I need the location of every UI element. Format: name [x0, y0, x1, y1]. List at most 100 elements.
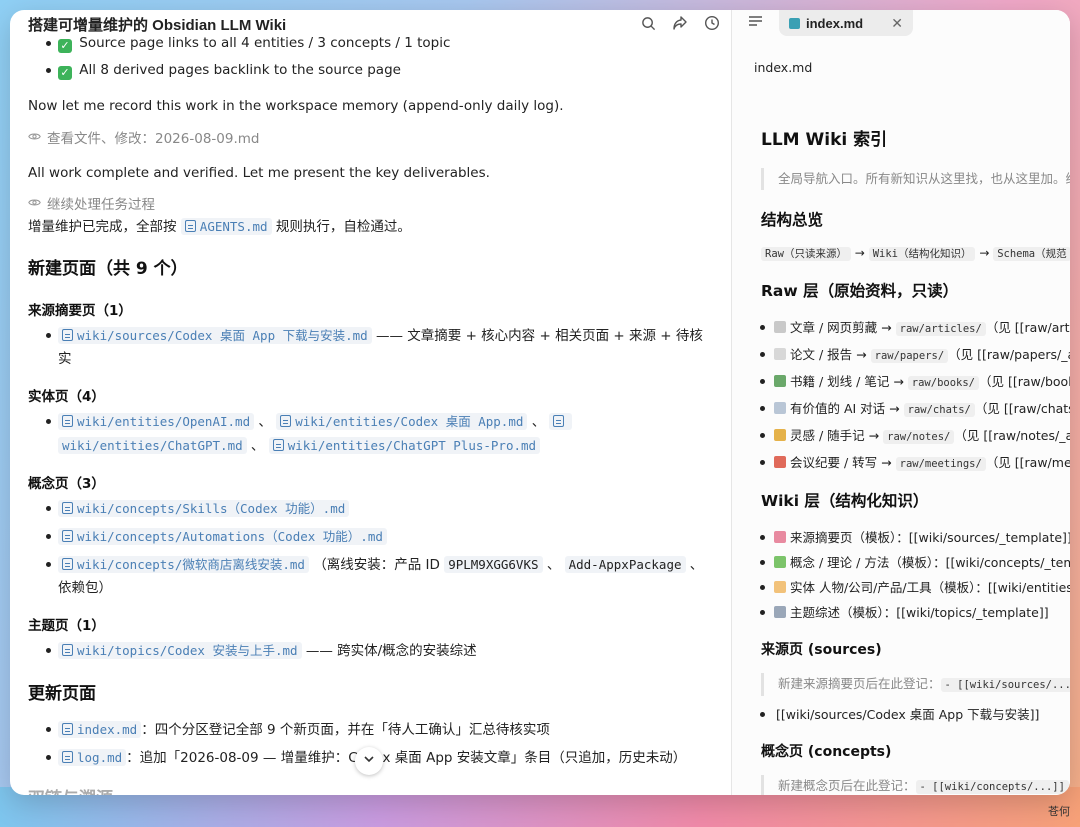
summary-text: 增量维护已完成，全部按 AGENTS.md 规则执行，自检通过。 — [28, 218, 411, 235]
file-icon — [272, 439, 284, 451]
wiki-list-item: 实体 人物/公司/产品/工具（模板）：[[wiki/entities/_ — [754, 575, 1070, 600]
blockquote: 全局导航入口。所有新知识从这里找，也从这里加。维 — [761, 168, 1070, 190]
tool-call-view-file[interactable]: 查看文件、修改：2026-08-09.md — [28, 128, 713, 150]
file-icon — [553, 415, 565, 427]
heading-raw-layer: Raw 层（原始资料，只读） — [761, 282, 959, 300]
eye-icon — [28, 128, 41, 150]
tab-index-md[interactable]: index.md ✕ — [779, 10, 913, 36]
item-emoji-icon — [774, 606, 786, 618]
app-window: 搭建可增量维护的 Obsidian LLM Wiki ✓ Source page… — [10, 10, 1070, 795]
file-link-entity[interactable]: wiki/entities/OpenAI.md — [58, 413, 255, 430]
list-item: wiki/concepts/Automations（Codex 功能）.md — [28, 525, 713, 549]
chevron-down-icon — [363, 752, 375, 770]
list-item: wiki/sources/Codex 桌面 App 下载与安装.md —— 文章… — [28, 324, 713, 371]
list-item: wiki/concepts/微软商店离线安装.md （离线安装：产品 ID 9P… — [28, 553, 713, 600]
folder-path-code: raw/articles/ — [895, 322, 986, 336]
raw-list-item: 有价值的 AI 对话 → raw/chats/（见 [[raw/chats/ — [754, 396, 1070, 423]
file-link-topic[interactable]: wiki/topics/Codex 安装与上手.md — [58, 642, 302, 659]
file-link-entity[interactable] — [549, 413, 573, 430]
heading-topics: 主题页（1） — [28, 618, 105, 634]
item-emoji-icon — [774, 321, 786, 333]
list-item: ✓ Source page links to all 4 entities / … — [28, 32, 713, 55]
tab-list-icon[interactable] — [748, 14, 763, 32]
folder-path-code: raw/chats/ — [903, 403, 975, 417]
item-emoji-icon — [774, 556, 786, 568]
tool-call-continue[interactable]: 继续处理任务过程 — [28, 194, 713, 216]
markdown-file-icon — [789, 17, 800, 29]
file-link-source[interactable]: wiki/sources/Codex 桌面 App 下载与安装.md — [58, 327, 372, 344]
wiki-list-item: 来源摘要页（模板）：[[wiki/sources/_template]] — [754, 525, 1070, 550]
file-icon — [62, 644, 73, 656]
list-item-wikilink[interactable]: [[wiki/sources/Codex 桌面 App 下载与安装]] — [754, 702, 1070, 727]
watermark: 苍何 — [1048, 805, 1070, 818]
file-icon — [184, 220, 196, 232]
scroll-to-bottom-button[interactable] — [355, 747, 383, 775]
file-link-concept[interactable]: wiki/concepts/微软商店离线安装.md — [58, 556, 309, 573]
file-link-entity[interactable]: wiki/entities/ChatGPT.md — [58, 437, 247, 454]
file-link-concept[interactable]: wiki/concepts/Automations（Codex 功能）.md — [58, 528, 387, 545]
history-icon[interactable] — [703, 14, 721, 32]
file-link-agents[interactable]: AGENTS.md — [180, 218, 272, 235]
heading-sources-section: 来源页 (sources) — [761, 642, 882, 658]
raw-list-item: 书籍 / 划线 / 笔记 → raw/books/（见 [[raw/books — [754, 369, 1070, 396]
checkmark-icon: ✓ — [58, 39, 72, 53]
heading-concepts: 概念页（3） — [28, 476, 105, 492]
eye-icon — [28, 194, 41, 216]
file-icon — [280, 415, 292, 427]
heading-new-pages: 新建页面（共 9 个） — [28, 259, 188, 279]
file-icon — [62, 723, 73, 735]
file-link-entity[interactable]: wiki/entities/ChatGPT Plus-Pro.md — [268, 437, 541, 454]
file-icon — [62, 415, 73, 427]
file-icon — [62, 329, 73, 341]
chat-pane[interactable]: 搭建可增量维护的 Obsidian LLM Wiki ✓ Source page… — [10, 10, 732, 795]
file-link-entity[interactable]: wiki/entities/Codex 桌面 App.md — [276, 413, 528, 430]
file-link-concept[interactable]: wiki/concepts/Skills（Codex 功能）.md — [58, 500, 350, 517]
heading-structure: 结构总览 — [761, 211, 824, 229]
list-item: wiki/entities/OpenAI.md 、 wiki/entities/… — [28, 410, 713, 458]
item-emoji-icon — [774, 375, 786, 387]
share-icon[interactable] — [671, 14, 689, 32]
blockquote-sources: 新建来源摘要页后在此登记： - [[wiki/sources/...]] — [761, 673, 1070, 696]
raw-list-item: 文章 / 网页剪藏 → raw/articles/（见 [[raw/artic — [754, 315, 1070, 342]
raw-list-item: 会议纪要 / 转写 → raw/meetings/（见 [[raw/mee — [754, 450, 1070, 477]
checkmark-icon: ✓ — [58, 66, 72, 80]
message-text: All work complete and verified. Let me p… — [28, 165, 490, 181]
item-emoji-icon — [774, 531, 786, 543]
heading-links: 双链与溯源 — [28, 784, 713, 795]
heading-sources: 来源摘要页（1） — [28, 303, 132, 319]
item-emoji-icon — [774, 429, 786, 441]
file-name-label: index.md — [754, 60, 813, 75]
file-icon — [62, 751, 73, 763]
file-icon — [62, 502, 73, 514]
file-link-log[interactable]: log.md — [58, 749, 127, 766]
item-emoji-icon — [774, 402, 786, 414]
command-code: Add-AppxPackage — [564, 556, 686, 573]
message-text: Now let me record this work in the works… — [28, 98, 564, 114]
search-icon[interactable] — [639, 14, 657, 32]
folder-path-code: raw/meetings/ — [895, 457, 986, 471]
close-tab-icon[interactable]: ✕ — [891, 15, 903, 32]
chat-content: ✓ Source page links to all 4 entities / … — [10, 35, 731, 795]
list-item: ✓ All 8 derived pages backlink to the so… — [28, 59, 713, 82]
heading-concepts-section: 概念页 (concepts) — [761, 744, 892, 760]
product-id-code: 9PLM9XGG6VKS — [444, 556, 543, 573]
list-item: wiki/concepts/Skills（Codex 功能）.md — [28, 497, 713, 521]
editor-pane[interactable]: index.md ✕ index.md LLM Wiki 索引 全局导航入口。所… — [732, 10, 1070, 795]
item-emoji-icon — [774, 348, 786, 360]
raw-list-item: 灵感 / 随手记 → raw/notes/（见 [[raw/notes/_ab — [754, 423, 1070, 450]
file-icon — [62, 530, 73, 542]
structure-flow: Raw（只读来源） → Wiki（结构化知识） → Schema（规范 — [754, 246, 1070, 261]
heading-wiki-layer: Wiki 层（结构化知识） — [761, 492, 929, 510]
tab-bar: index.md ✕ — [732, 10, 1070, 36]
file-link-index[interactable]: index.md — [58, 721, 142, 738]
folder-path-code: raw/books/ — [907, 376, 979, 390]
doc-heading: LLM Wiki 索引 — [761, 130, 888, 150]
blockquote-concepts: 新建概念页后在此登记： - [[wiki/concepts/...]] — [761, 775, 1070, 795]
list-item: index.md ：四个分区登记全部 9 个新页面，并在「待人工确认」汇总待核实项 — [28, 718, 713, 742]
item-emoji-icon — [774, 581, 786, 593]
list-item: wiki/topics/Codex 安装与上手.md —— 跨实体/概念的安装综… — [28, 639, 713, 663]
file-icon — [62, 558, 73, 570]
heading-entities: 实体页（4） — [28, 389, 105, 405]
wiki-list-item: 主题综述（模板）：[[wiki/topics/_template]] — [754, 600, 1070, 625]
folder-path-code: raw/notes/ — [883, 430, 955, 444]
